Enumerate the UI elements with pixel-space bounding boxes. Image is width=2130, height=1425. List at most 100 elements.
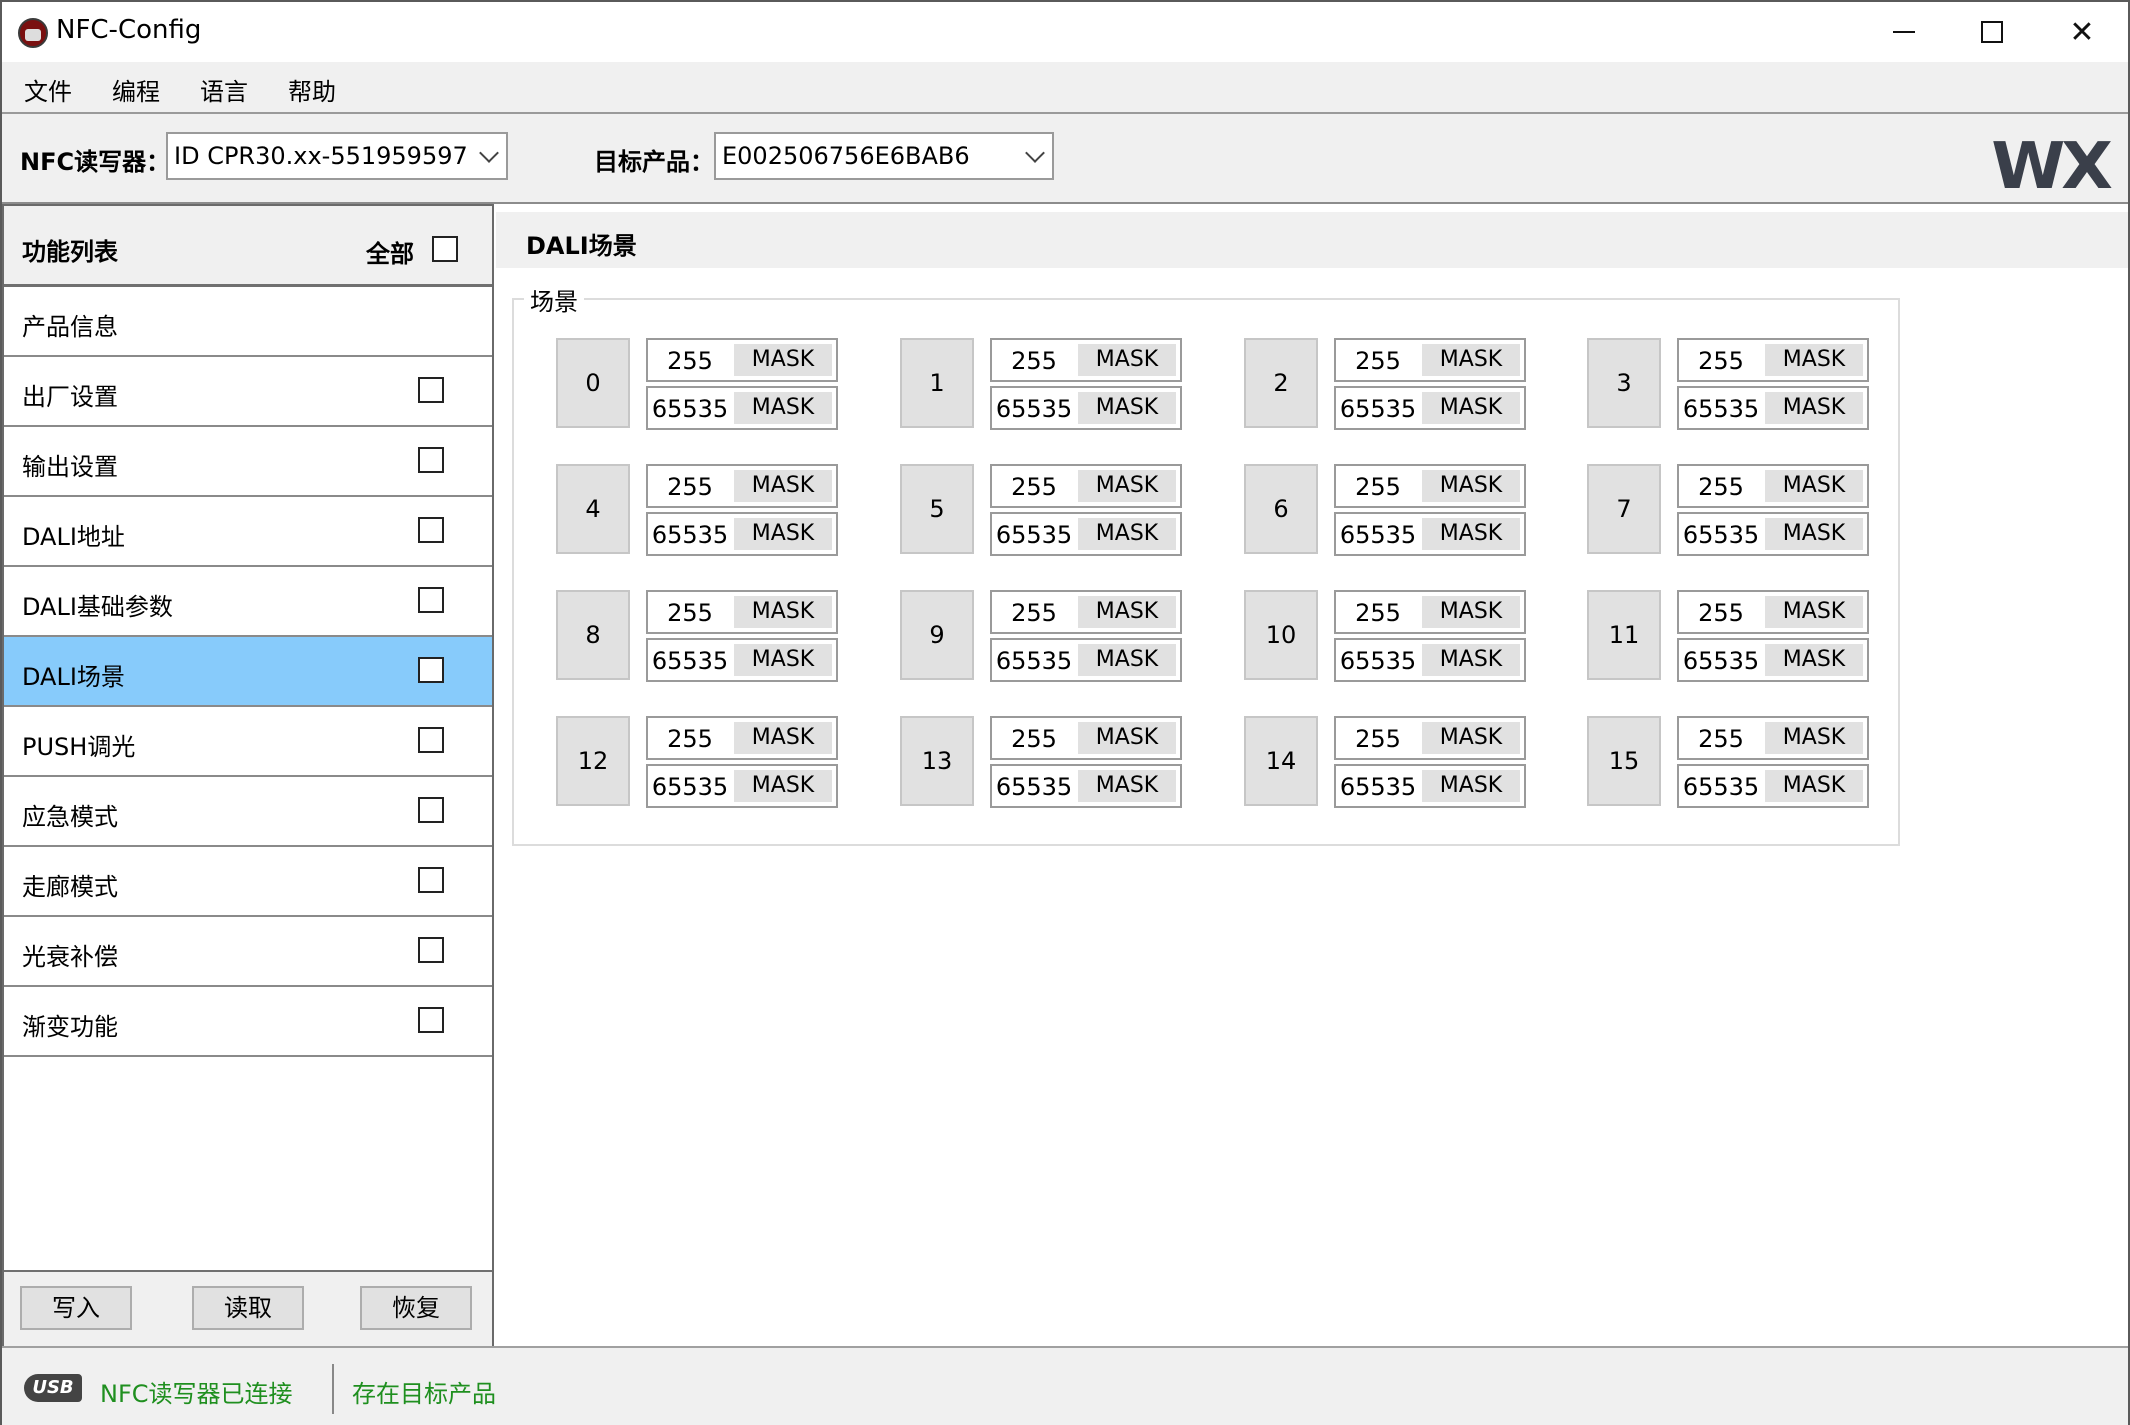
mask-button[interactable]: MASK (1422, 518, 1520, 550)
scene-number-button[interactable]: 15 (1587, 716, 1661, 806)
scene-number-button[interactable]: 5 (900, 464, 974, 554)
scene-number-button[interactable]: 9 (900, 590, 974, 680)
scene-level-field[interactable]: 255 MASK (1677, 338, 1869, 382)
product-select[interactable]: E002506756E6BAB6 (714, 132, 1054, 180)
sidebar-item[interactable]: 出厂设置 (4, 357, 492, 427)
sidebar-item-checkbox[interactable] (418, 867, 444, 893)
mask-button[interactable]: MASK (1422, 392, 1520, 424)
scene-number-button[interactable]: 13 (900, 716, 974, 806)
reader-select[interactable]: ID CPR30.xx-551959597 (166, 132, 508, 180)
scene-fade-field[interactable]: 65535 MASK (990, 512, 1182, 556)
menu-language[interactable]: 语言 (200, 72, 248, 107)
scene-level-field[interactable]: 255 MASK (646, 464, 838, 508)
scene-fade-field[interactable]: 65535 MASK (1677, 512, 1869, 556)
scene-level-field[interactable]: 255 MASK (646, 716, 838, 760)
scene-fade-field[interactable]: 65535 MASK (646, 512, 838, 556)
mask-button[interactable]: MASK (1078, 518, 1176, 550)
mask-button[interactable]: MASK (1422, 722, 1520, 754)
mask-button[interactable]: MASK (1422, 644, 1520, 676)
close-button[interactable]: ✕ (2038, 2, 2126, 62)
scene-fade-field[interactable]: 65535 MASK (1677, 386, 1869, 430)
write-button[interactable]: 写入 (20, 1286, 132, 1330)
sidebar-item-checkbox[interactable] (418, 797, 444, 823)
mask-button[interactable]: MASK (1765, 596, 1863, 628)
scene-level-field[interactable]: 255 MASK (1677, 590, 1869, 634)
scene-number-button[interactable]: 14 (1244, 716, 1318, 806)
scene-fade-field[interactable]: 65535 MASK (1334, 638, 1526, 682)
mask-button[interactable]: MASK (734, 722, 832, 754)
sidebar-item[interactable]: 渐变功能 (4, 987, 492, 1057)
scene-fade-field[interactable]: 65535 MASK (1677, 638, 1869, 682)
scene-level-field[interactable]: 255 MASK (990, 590, 1182, 634)
mask-button[interactable]: MASK (1422, 470, 1520, 502)
sidebar-item[interactable]: 走廊模式 (4, 847, 492, 917)
scene-number-button[interactable]: 0 (556, 338, 630, 428)
scene-number-button[interactable]: 10 (1244, 590, 1318, 680)
mask-button[interactable]: MASK (1422, 596, 1520, 628)
mask-button[interactable]: MASK (1078, 722, 1176, 754)
scene-number-button[interactable]: 8 (556, 590, 630, 680)
scene-number-button[interactable]: 1 (900, 338, 974, 428)
scene-number-button[interactable]: 7 (1587, 464, 1661, 554)
mask-button[interactable]: MASK (734, 470, 832, 502)
sidebar-item[interactable]: 应急模式 (4, 777, 492, 847)
mask-button[interactable]: MASK (1765, 722, 1863, 754)
scene-level-field[interactable]: 255 MASK (1677, 464, 1869, 508)
scene-fade-field[interactable]: 65535 MASK (646, 638, 838, 682)
scene-level-field[interactable]: 255 MASK (990, 716, 1182, 760)
sidebar-item-checkbox[interactable] (418, 377, 444, 403)
mask-button[interactable]: MASK (1765, 518, 1863, 550)
mask-button[interactable]: MASK (1765, 392, 1863, 424)
mask-button[interactable]: MASK (1422, 344, 1520, 376)
scene-number-button[interactable]: 12 (556, 716, 630, 806)
mask-button[interactable]: MASK (1078, 596, 1176, 628)
sidebar-item[interactable]: DALI场景 (4, 637, 492, 707)
scene-fade-field[interactable]: 65535 MASK (990, 764, 1182, 808)
scene-level-field[interactable]: 255 MASK (990, 338, 1182, 382)
scene-level-field[interactable]: 255 MASK (1677, 716, 1869, 760)
mask-button[interactable]: MASK (1078, 470, 1176, 502)
scene-fade-field[interactable]: 65535 MASK (646, 764, 838, 808)
scene-level-field[interactable]: 255 MASK (646, 338, 838, 382)
scene-fade-field[interactable]: 65535 MASK (990, 386, 1182, 430)
scene-level-field[interactable]: 255 MASK (1334, 716, 1526, 760)
menu-program[interactable]: 编程 (112, 72, 160, 107)
restore-button[interactable]: 恢复 (360, 1286, 472, 1330)
scene-level-field[interactable]: 255 MASK (1334, 338, 1526, 382)
mask-button[interactable]: MASK (1078, 392, 1176, 424)
mask-button[interactable]: MASK (1765, 470, 1863, 502)
sidebar-item[interactable]: 输出设置 (4, 427, 492, 497)
mask-button[interactable]: MASK (734, 596, 832, 628)
maximize-button[interactable] (1948, 2, 2036, 62)
scene-level-field[interactable]: 255 MASK (990, 464, 1182, 508)
sidebar-item[interactable]: 产品信息 (4, 287, 492, 357)
mask-button[interactable]: MASK (734, 644, 832, 676)
minimize-button[interactable] (1860, 2, 1948, 62)
mask-button[interactable]: MASK (734, 392, 832, 424)
sidebar-item-checkbox[interactable] (418, 727, 444, 753)
scene-number-button[interactable]: 3 (1587, 338, 1661, 428)
mask-button[interactable]: MASK (1078, 644, 1176, 676)
sidebar-item[interactable]: 光衰补偿 (4, 917, 492, 987)
mask-button[interactable]: MASK (734, 770, 832, 802)
scene-fade-field[interactable]: 65535 MASK (990, 638, 1182, 682)
scene-fade-field[interactable]: 65535 MASK (1334, 386, 1526, 430)
mask-button[interactable]: MASK (1765, 344, 1863, 376)
sidebar-item-checkbox[interactable] (418, 517, 444, 543)
scene-number-button[interactable]: 11 (1587, 590, 1661, 680)
mask-button[interactable]: MASK (734, 518, 832, 550)
sidebar-item-checkbox[interactable] (418, 587, 444, 613)
sidebar-item-checkbox[interactable] (418, 657, 444, 683)
mask-button[interactable]: MASK (1765, 770, 1863, 802)
mask-button[interactable]: MASK (1765, 644, 1863, 676)
sidebar-item-checkbox[interactable] (418, 1007, 444, 1033)
scene-number-button[interactable]: 6 (1244, 464, 1318, 554)
mask-button[interactable]: MASK (1422, 770, 1520, 802)
scene-number-button[interactable]: 4 (556, 464, 630, 554)
sidebar-item-checkbox[interactable] (418, 937, 444, 963)
mask-button[interactable]: MASK (1078, 344, 1176, 376)
scene-fade-field[interactable]: 65535 MASK (646, 386, 838, 430)
scene-fade-field[interactable]: 65535 MASK (1677, 764, 1869, 808)
sidebar-item[interactable]: DALI地址 (4, 497, 492, 567)
scene-level-field[interactable]: 255 MASK (1334, 464, 1526, 508)
